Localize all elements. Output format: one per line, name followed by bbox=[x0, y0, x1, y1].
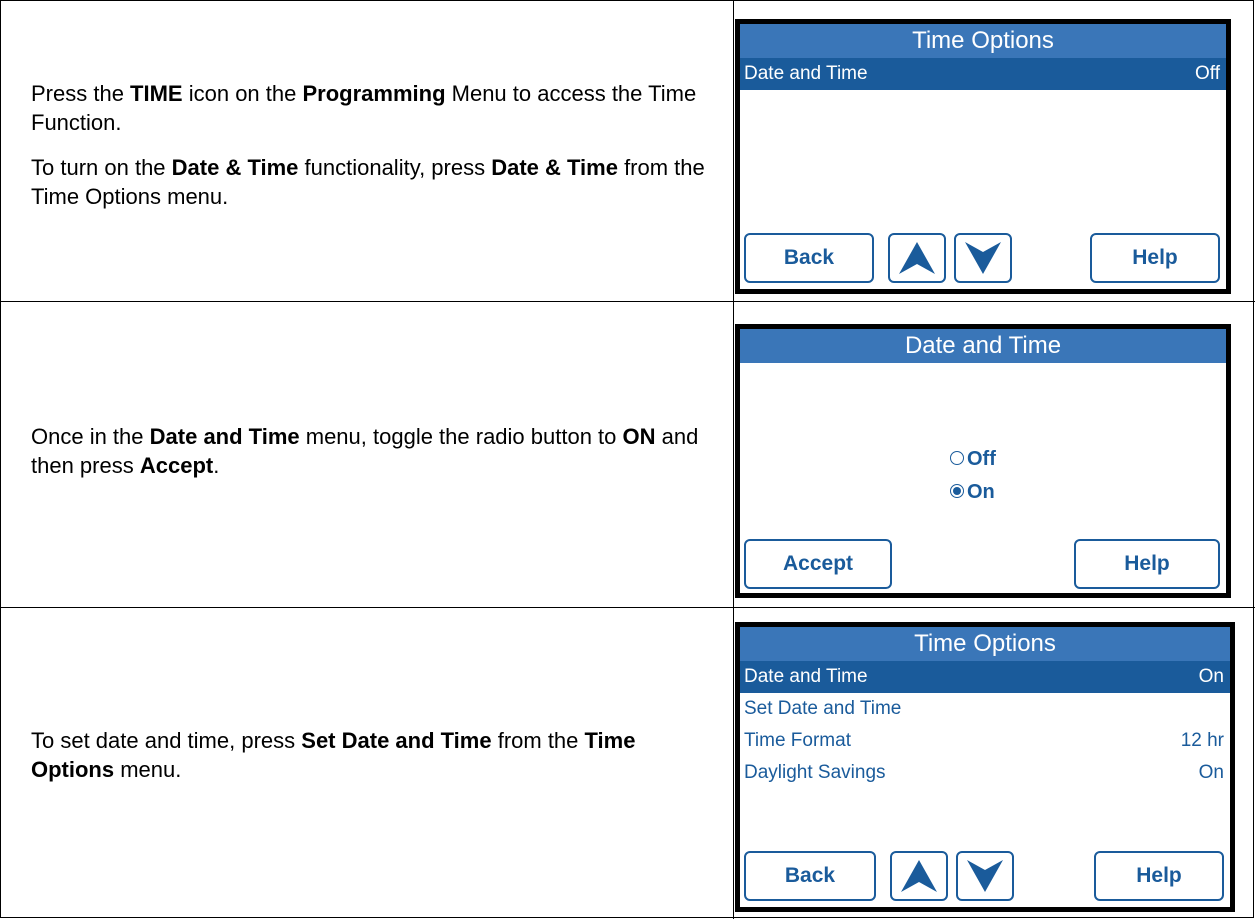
row-value: Off bbox=[1195, 63, 1220, 84]
step-1-paragraph-2: To turn on the Date & Time functionality… bbox=[31, 155, 705, 209]
step-3-paragraph-1: To set date and time, press Set Date and… bbox=[31, 728, 636, 782]
step-2-paragraph-1: Once in the Date and Time menu, toggle t… bbox=[31, 424, 699, 478]
help-button[interactable]: Help bbox=[1074, 539, 1220, 589]
screen-title: Time Options bbox=[740, 24, 1226, 58]
row-value: On bbox=[1198, 762, 1224, 783]
row-label: Daylight Savings bbox=[744, 762, 886, 783]
row-value: On bbox=[1198, 666, 1224, 687]
device-screen-time-options: Time Options Date and Time Off Back Help bbox=[735, 19, 1231, 294]
step-2-screen-cell: Date and Time Off On Accept Help bbox=[733, 302, 1255, 607]
radio-option-off[interactable]: Off bbox=[950, 446, 996, 472]
radio-option-on[interactable]: On bbox=[950, 479, 995, 505]
screen-title: Date and Time bbox=[740, 329, 1226, 363]
step-2-instructions: Once in the Date and Time menu, toggle t… bbox=[1, 302, 733, 607]
up-arrow-icon bbox=[901, 860, 937, 892]
scroll-up-button[interactable] bbox=[888, 233, 946, 283]
row-value: 12 hr bbox=[1180, 730, 1224, 751]
menu-row-date-and-time[interactable]: Date and Time Off bbox=[740, 58, 1226, 90]
up-arrow-icon bbox=[899, 242, 935, 274]
row-label: Date and Time bbox=[744, 666, 868, 687]
radio-label: Off bbox=[967, 448, 996, 470]
row-label: Time Format bbox=[744, 730, 851, 751]
device-screen-time-options-expanded: Time Options Date and Time On Set Date a… bbox=[735, 622, 1235, 912]
back-button[interactable]: Back bbox=[744, 851, 876, 901]
step-1-text: Press the TIME icon on the Programming M… bbox=[31, 79, 721, 211]
menu-row-time-format[interactable]: Time Format 12 hr bbox=[740, 725, 1230, 757]
scroll-down-button[interactable] bbox=[956, 851, 1014, 901]
scroll-down-button[interactable] bbox=[954, 233, 1012, 283]
step-1-instructions: Press the TIME icon on the Programming M… bbox=[1, 1, 733, 301]
help-button[interactable]: Help bbox=[1094, 851, 1224, 901]
down-arrow-icon bbox=[965, 242, 1001, 274]
radio-button-icon bbox=[950, 450, 964, 465]
step-2-text: Once in the Date and Time menu, toggle t… bbox=[31, 422, 721, 480]
device-screen-date-and-time: Date and Time Off On Accept Help bbox=[735, 324, 1231, 598]
step-3-screen-cell: Time Options Date and Time On Set Date a… bbox=[733, 608, 1255, 919]
screen-title: Time Options bbox=[740, 627, 1230, 661]
step-3-text: To set date and time, press Set Date and… bbox=[31, 726, 721, 784]
scroll-up-button[interactable] bbox=[890, 851, 948, 901]
down-arrow-icon bbox=[967, 860, 1003, 892]
radio-button-icon bbox=[950, 483, 964, 498]
row-label: Date and Time bbox=[744, 63, 868, 84]
row-label: Set Date and Time bbox=[744, 698, 902, 719]
instruction-table: Press the TIME icon on the Programming M… bbox=[0, 0, 1255, 919]
help-button[interactable]: Help bbox=[1090, 233, 1220, 283]
menu-row-date-and-time[interactable]: Date and Time On bbox=[740, 661, 1230, 693]
step-row-3: To set date and time, press Set Date and… bbox=[1, 607, 1255, 919]
radio-label: On bbox=[967, 481, 995, 503]
menu-row-daylight-savings[interactable]: Daylight Savings On bbox=[740, 757, 1230, 789]
step-1-screen-cell: Time Options Date and Time Off Back Help bbox=[733, 1, 1255, 301]
menu-row-set-date-and-time[interactable]: Set Date and Time bbox=[740, 693, 1230, 725]
accept-button[interactable]: Accept bbox=[744, 539, 892, 589]
step-row-1: Press the TIME icon on the Programming M… bbox=[1, 1, 1255, 301]
step-row-2: Once in the Date and Time menu, toggle t… bbox=[1, 301, 1255, 607]
step-3-instructions: To set date and time, press Set Date and… bbox=[1, 608, 733, 919]
step-1-paragraph-1: Press the TIME icon on the Programming M… bbox=[31, 81, 697, 135]
back-button[interactable]: Back bbox=[744, 233, 874, 283]
